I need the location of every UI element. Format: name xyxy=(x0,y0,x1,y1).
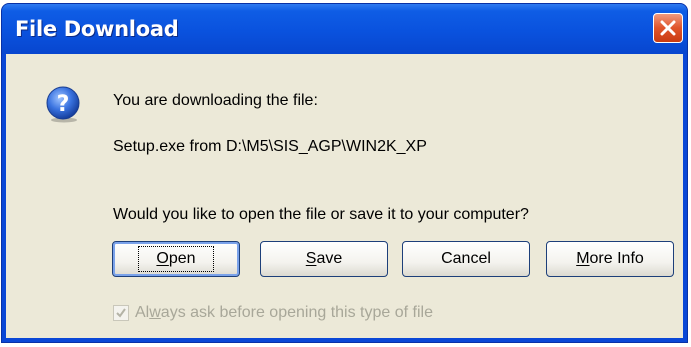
open-button[interactable]: Open xyxy=(112,241,240,277)
more-info-button-label: More Info xyxy=(576,250,644,267)
cancel-button-label: Cancel xyxy=(441,250,491,267)
download-message: You are downloading the file: xyxy=(113,92,318,109)
checkmark-icon xyxy=(116,308,126,318)
always-ask-label: Always ask before opening this type of f… xyxy=(135,304,433,321)
close-icon xyxy=(660,20,676,36)
more-info-button[interactable]: More Info xyxy=(546,241,674,277)
close-button[interactable] xyxy=(653,13,683,43)
save-button[interactable]: Save xyxy=(260,241,388,277)
title-bar[interactable]: File Download xyxy=(2,4,687,54)
open-or-save-question: Would you like to open the file or save … xyxy=(113,206,529,223)
dialog-body: ? You are downloading the file: Setup.ex… xyxy=(6,54,683,338)
save-button-label: Save xyxy=(305,250,343,267)
file-info: Setup.exe from D:\M5\SIS_AGP\WIN2K_XP xyxy=(113,138,427,155)
open-button-label: Open xyxy=(138,246,214,272)
window-title: File Download xyxy=(15,17,179,41)
svg-text:?: ? xyxy=(57,92,70,117)
cancel-button[interactable]: Cancel xyxy=(402,241,530,277)
file-download-dialog: File Download ? You are downloading the … xyxy=(1,3,688,343)
question-mark-icon: ? xyxy=(46,86,80,123)
always-ask-option: Always ask before opening this type of f… xyxy=(113,304,433,322)
always-ask-checkbox[interactable] xyxy=(113,305,129,321)
